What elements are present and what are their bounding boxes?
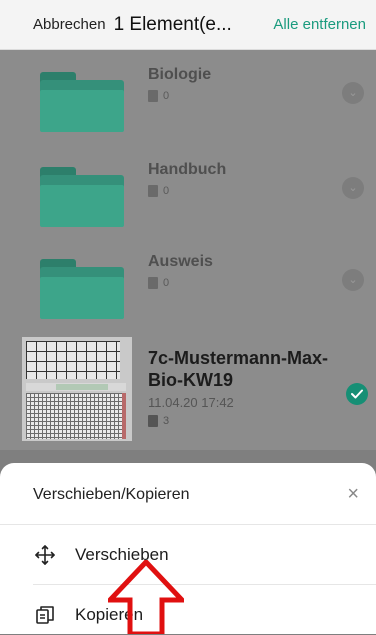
document-row[interactable]: 7c-Mustermann-Max-Bio-KW19 11.04.20 17:4… bbox=[0, 335, 376, 447]
move-copy-sheet: Verschieben/Kopieren × Verschieben Kopie… bbox=[0, 463, 376, 634]
folder-row-biologie[interactable]: Biologie 0 ⌄ bbox=[0, 50, 376, 142]
folder-name: Biologie bbox=[148, 66, 212, 83]
folder-icon bbox=[40, 72, 124, 132]
document-icon bbox=[148, 185, 158, 197]
chevron-down-icon[interactable]: ⌄ bbox=[342, 177, 364, 199]
sheet-title: Verschieben/Kopieren bbox=[33, 486, 190, 503]
move-option[interactable]: Verschieben bbox=[33, 535, 353, 575]
folder-name: Ausweis bbox=[148, 253, 213, 270]
remove-all-button[interactable]: Alle entfernen bbox=[273, 16, 366, 33]
copy-option[interactable]: Kopieren bbox=[33, 595, 353, 635]
file-list: Biologie 0 ⌄ Handbuch 0 ⌄ Ausweis 0 ⌄ 7c… bbox=[0, 50, 376, 450]
red-arrow-annotation bbox=[108, 560, 184, 634]
chevron-down-icon[interactable]: ⌄ bbox=[342, 82, 364, 104]
document-name: 7c-Mustermann-Max-Bio-KW19 bbox=[148, 348, 329, 390]
document-icon bbox=[148, 415, 158, 427]
document-page-count: 3 bbox=[148, 415, 169, 427]
close-icon[interactable]: × bbox=[347, 484, 359, 504]
folder-icon bbox=[40, 167, 124, 227]
folder-item-count: 0 bbox=[148, 185, 169, 197]
copy-icon bbox=[33, 603, 57, 627]
cancel-button[interactable]: Abbrechen bbox=[33, 16, 106, 33]
folder-icon bbox=[40, 259, 124, 319]
document-icon bbox=[148, 277, 158, 289]
selection-header: Abbrechen 1 Element(e... Alle entfernen bbox=[0, 0, 376, 50]
document-icon bbox=[148, 90, 158, 102]
folder-name: Handbuch bbox=[148, 161, 227, 178]
divider bbox=[0, 524, 376, 525]
selection-count-title: 1 Element(e... bbox=[113, 13, 232, 35]
move-arrows-icon bbox=[33, 543, 57, 567]
divider bbox=[33, 584, 376, 585]
document-thumbnail bbox=[22, 337, 132, 441]
selected-check-icon[interactable] bbox=[346, 383, 368, 405]
folder-row-ausweis[interactable]: Ausweis 0 ⌄ bbox=[0, 237, 376, 329]
folder-item-count: 0 bbox=[148, 90, 169, 102]
folder-row-handbuch[interactable]: Handbuch 0 ⌄ bbox=[0, 145, 376, 237]
folder-item-count: 0 bbox=[148, 277, 169, 289]
chevron-down-icon[interactable]: ⌄ bbox=[342, 269, 364, 291]
document-date: 11.04.20 17:42 bbox=[148, 395, 234, 410]
